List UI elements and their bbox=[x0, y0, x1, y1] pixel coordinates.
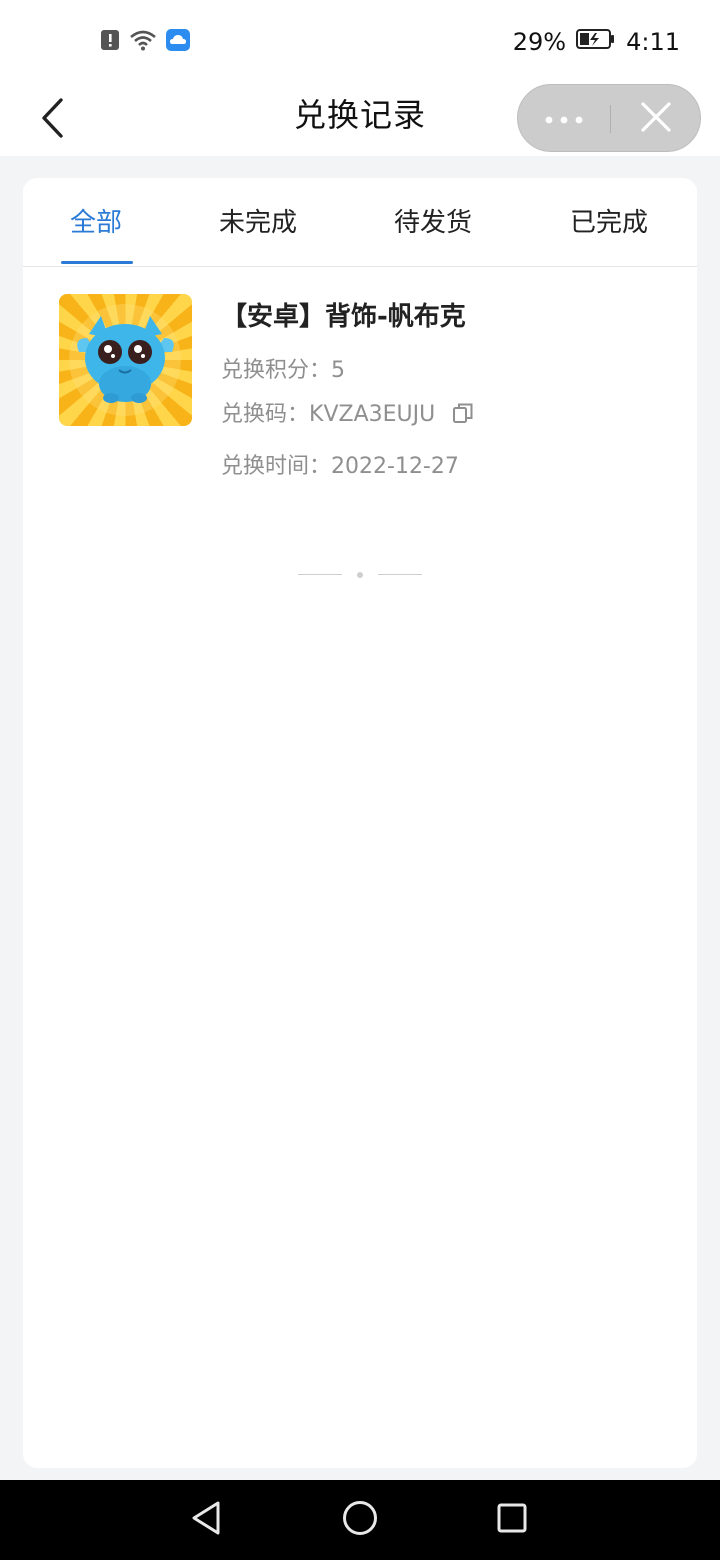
tab-pending-shipment[interactable]: 待发货 bbox=[394, 202, 472, 239]
back-triangle-icon bbox=[190, 1500, 222, 1540]
code-label: 兑换码： bbox=[221, 402, 310, 427]
code-row: 兑换码：KVZA3EUJU bbox=[221, 396, 474, 428]
home-circle-icon bbox=[342, 1500, 378, 1540]
points-row: 兑换积分：5 bbox=[221, 352, 345, 384]
records-card: 全部 未完成 待发货 已完成 【安卓】背饰-帆布克 兑换积分：5 兑换码：KVZ… bbox=[23, 178, 697, 1468]
tab-all[interactable]: 全部 bbox=[70, 202, 122, 239]
code-value: KVZA3EUJU bbox=[309, 402, 436, 427]
alert-icon bbox=[100, 29, 120, 55]
more-dots-icon bbox=[544, 110, 584, 129]
clock: 4:11 bbox=[626, 28, 680, 56]
tab-incomplete[interactable]: 未完成 bbox=[219, 202, 297, 239]
wifi-icon bbox=[128, 28, 158, 56]
time-label: 兑换时间： bbox=[221, 454, 332, 479]
system-nav-bar bbox=[0, 1480, 720, 1560]
points-value: 5 bbox=[331, 358, 346, 383]
close-icon bbox=[640, 101, 672, 137]
battery-charging-icon bbox=[576, 28, 616, 56]
item-title: 【安卓】背饰-帆布克 bbox=[221, 302, 466, 332]
item-thumbnail bbox=[59, 294, 192, 426]
system-home-button[interactable] bbox=[340, 1500, 380, 1540]
battery-percent: 29% bbox=[512, 28, 567, 56]
close-button[interactable] bbox=[610, 85, 702, 153]
end-of-list-divider bbox=[298, 570, 422, 580]
system-back-button[interactable] bbox=[186, 1500, 226, 1540]
time-row: 兑换时间：2022-12-27 bbox=[221, 448, 459, 480]
status-right: 29% 4:11 bbox=[513, 26, 680, 58]
filter-tabs: 全部 未完成 待发货 已完成 bbox=[23, 178, 697, 267]
points-label: 兑换积分： bbox=[221, 358, 332, 383]
tab-completed[interactable]: 已完成 bbox=[570, 202, 648, 239]
status-bar: 29% 4:11 bbox=[0, 0, 720, 82]
system-recents-button[interactable] bbox=[492, 1500, 532, 1540]
recents-square-icon bbox=[496, 1502, 528, 1538]
nav-bar: 兑换记录 bbox=[0, 82, 720, 156]
more-button[interactable] bbox=[518, 85, 610, 153]
copy-icon[interactable] bbox=[452, 402, 474, 424]
active-tab-indicator bbox=[61, 261, 133, 264]
blue-creature-icon bbox=[69, 304, 181, 416]
record-item[interactable]: 【安卓】背饰-帆布克 兑换积分：5 兑换码：KVZA3EUJU 兑换时间：202… bbox=[59, 294, 679, 494]
status-left-icons bbox=[100, 28, 190, 56]
time-value: 2022-12-27 bbox=[331, 454, 459, 479]
cloud-icon bbox=[166, 29, 190, 55]
mini-program-capsule bbox=[517, 84, 701, 152]
